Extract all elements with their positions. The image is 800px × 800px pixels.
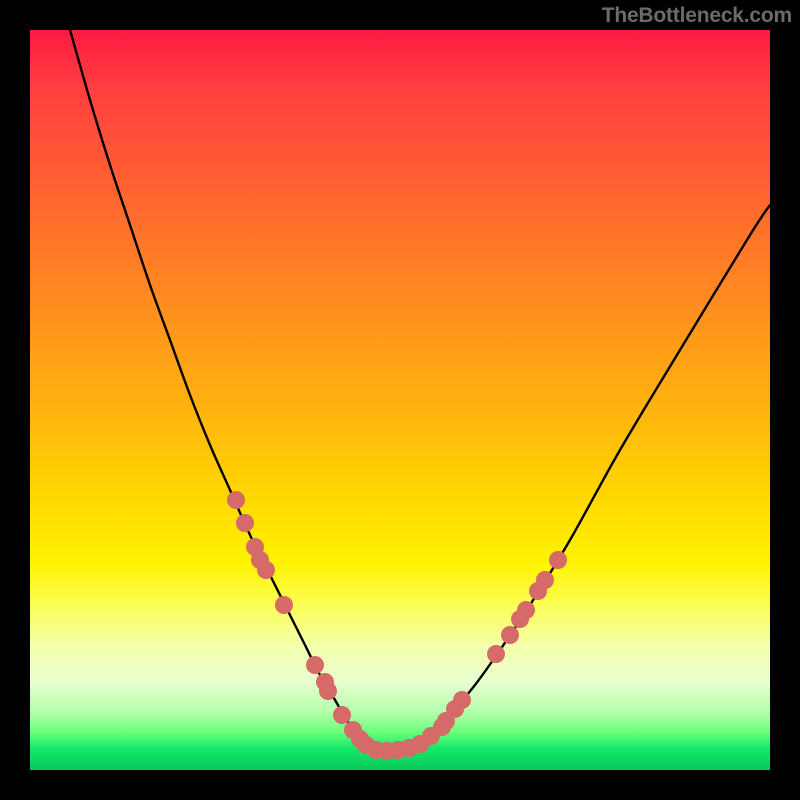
highlight-dot [487,645,505,663]
highlight-dot [236,514,254,532]
highlight-dot [306,656,324,674]
bottleneck-curve [70,30,770,751]
chart-svg [30,30,770,770]
highlight-dot [227,491,245,509]
highlight-dot [453,691,471,709]
highlight-dots [227,491,567,760]
watermark-text: TheBottleneck.com [602,4,792,28]
highlight-dot [536,571,554,589]
highlight-dot [501,626,519,644]
highlight-dot [549,551,567,569]
highlight-dot [333,706,351,724]
chart-frame: TheBottleneck.com [0,0,800,800]
highlight-dot [275,596,293,614]
highlight-dot [257,561,275,579]
highlight-dot [319,682,337,700]
highlight-dot [517,601,535,619]
